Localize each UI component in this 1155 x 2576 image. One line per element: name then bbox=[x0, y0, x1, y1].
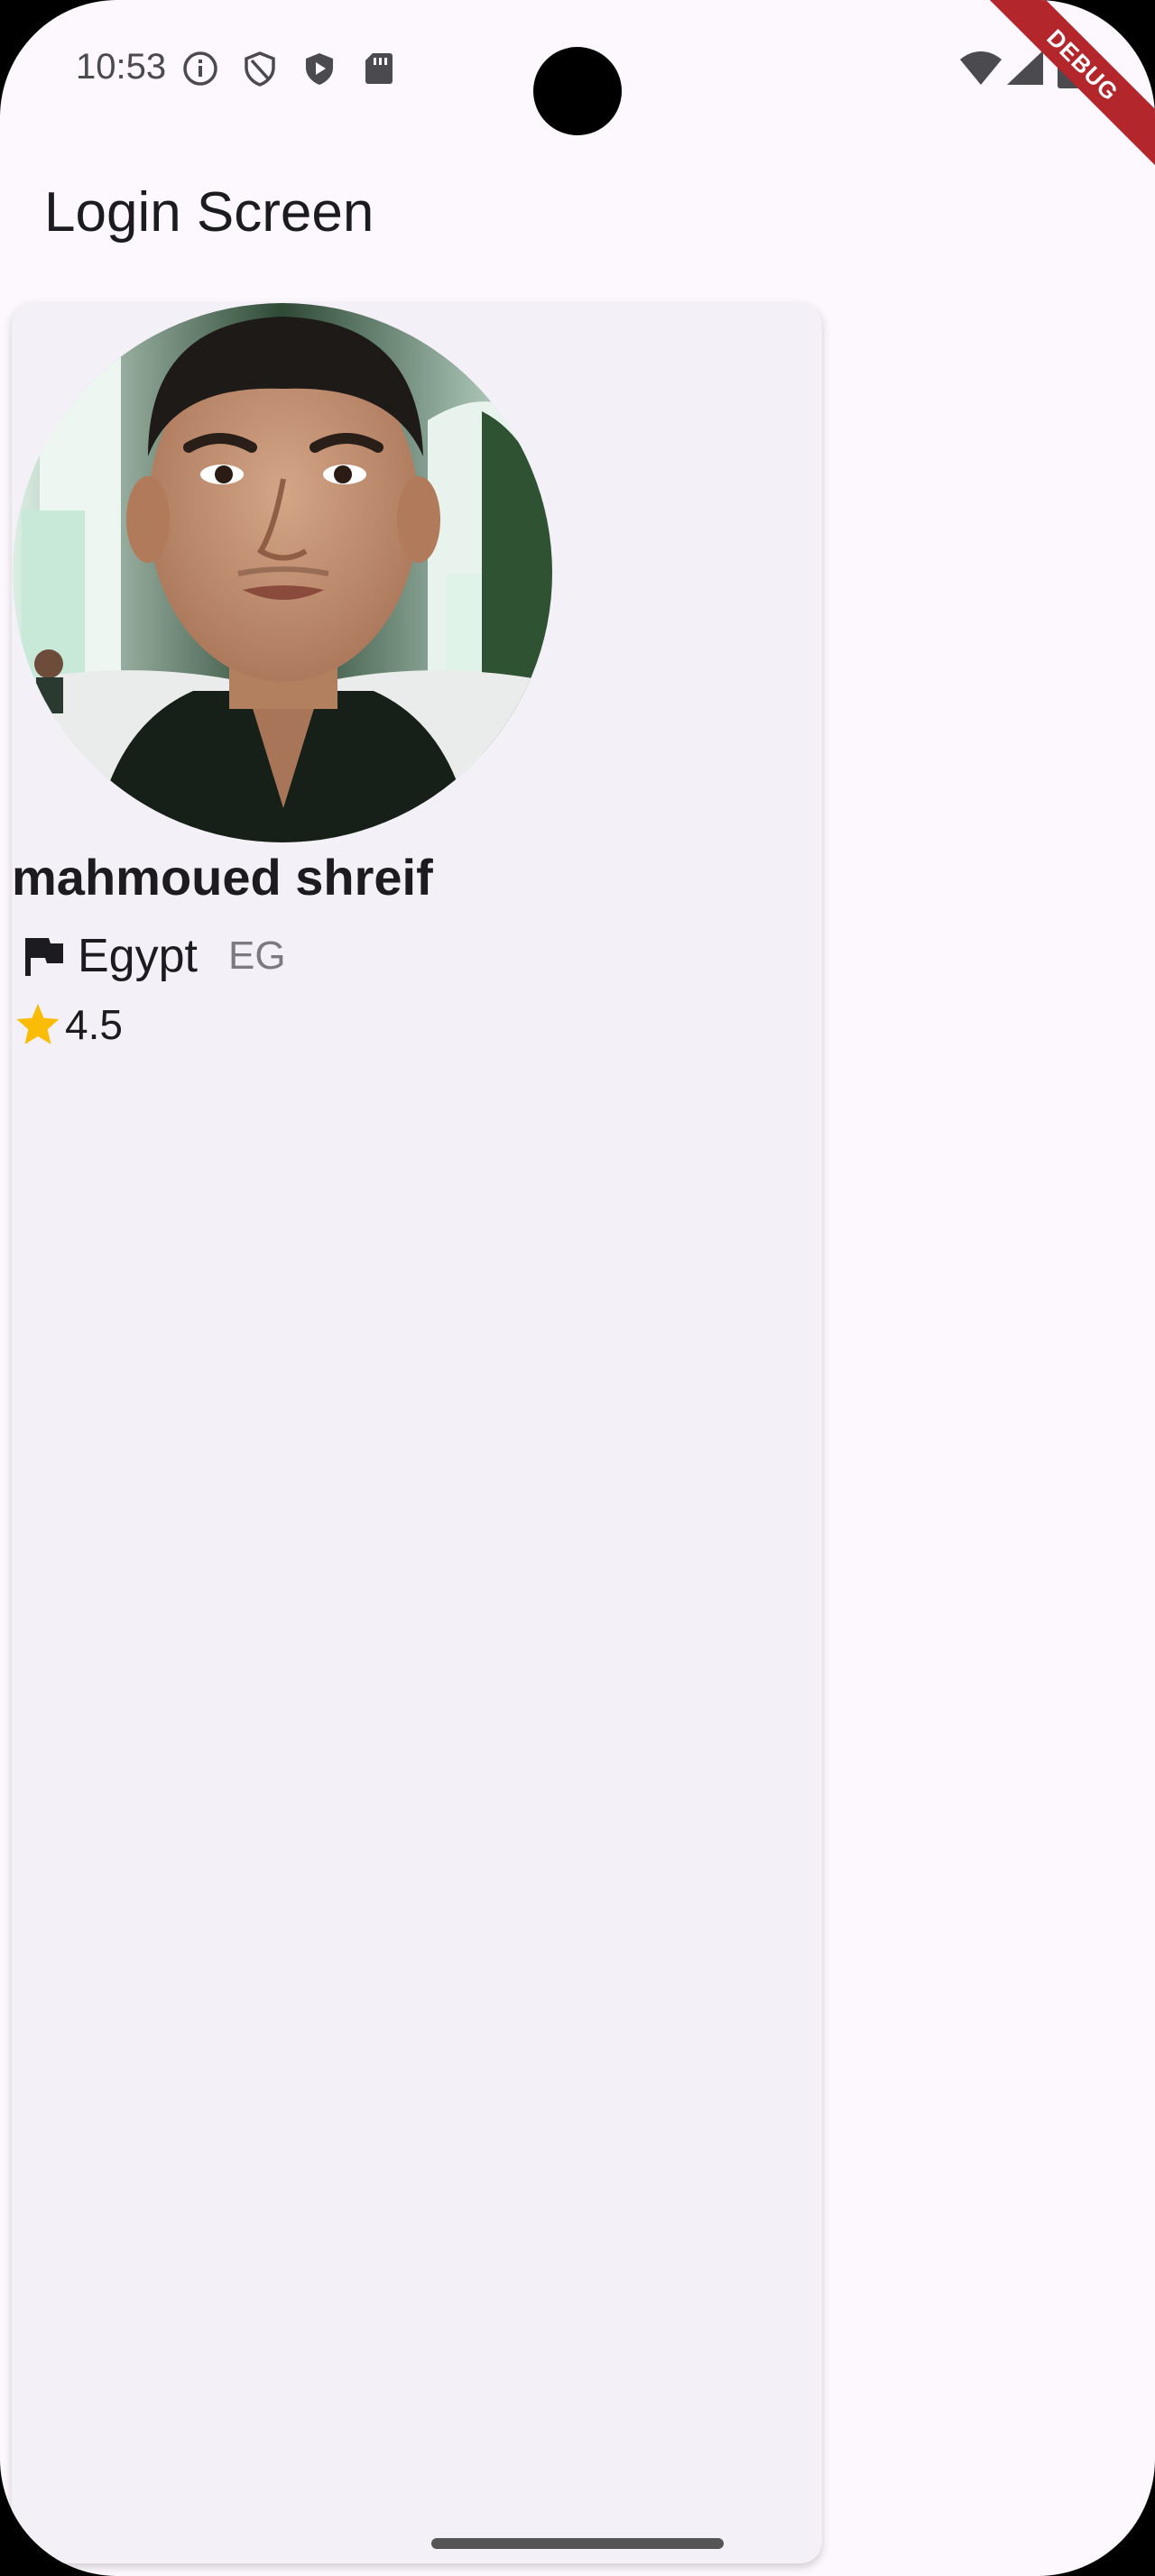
shield-outline-icon bbox=[245, 51, 275, 87]
star-icon bbox=[16, 1004, 60, 1044]
front-camera bbox=[533, 47, 622, 135]
country-name: Egypt bbox=[78, 930, 198, 982]
play-protect-icon bbox=[306, 53, 333, 85]
status-bar: 10:53 DEBUG bbox=[0, 0, 1155, 181]
flag-icon bbox=[25, 938, 63, 976]
home-indicator[interactable] bbox=[431, 2538, 724, 2549]
sd-card-icon bbox=[365, 53, 393, 84]
rating-value: 4.5 bbox=[65, 1001, 123, 1048]
country-code: EG bbox=[227, 934, 286, 978]
app-screen: 10:53 DEBUG Login Screen mahmoued shreif… bbox=[0, 0, 1155, 2576]
profile-name: mahmoued shreif bbox=[12, 849, 433, 906]
rating-row: 4.5 bbox=[14, 999, 123, 1050]
status-time: 10:53 bbox=[76, 47, 167, 87]
avatar-photo bbox=[13, 303, 552, 842]
debug-banner: DEBUG bbox=[956, 0, 1155, 198]
info-icon bbox=[183, 51, 217, 86]
page-title: Login Screen bbox=[44, 181, 374, 244]
debug-banner-label: DEBUG bbox=[966, 0, 1155, 181]
profile-avatar bbox=[13, 303, 552, 842]
country-row: Egypt EG bbox=[22, 929, 286, 983]
